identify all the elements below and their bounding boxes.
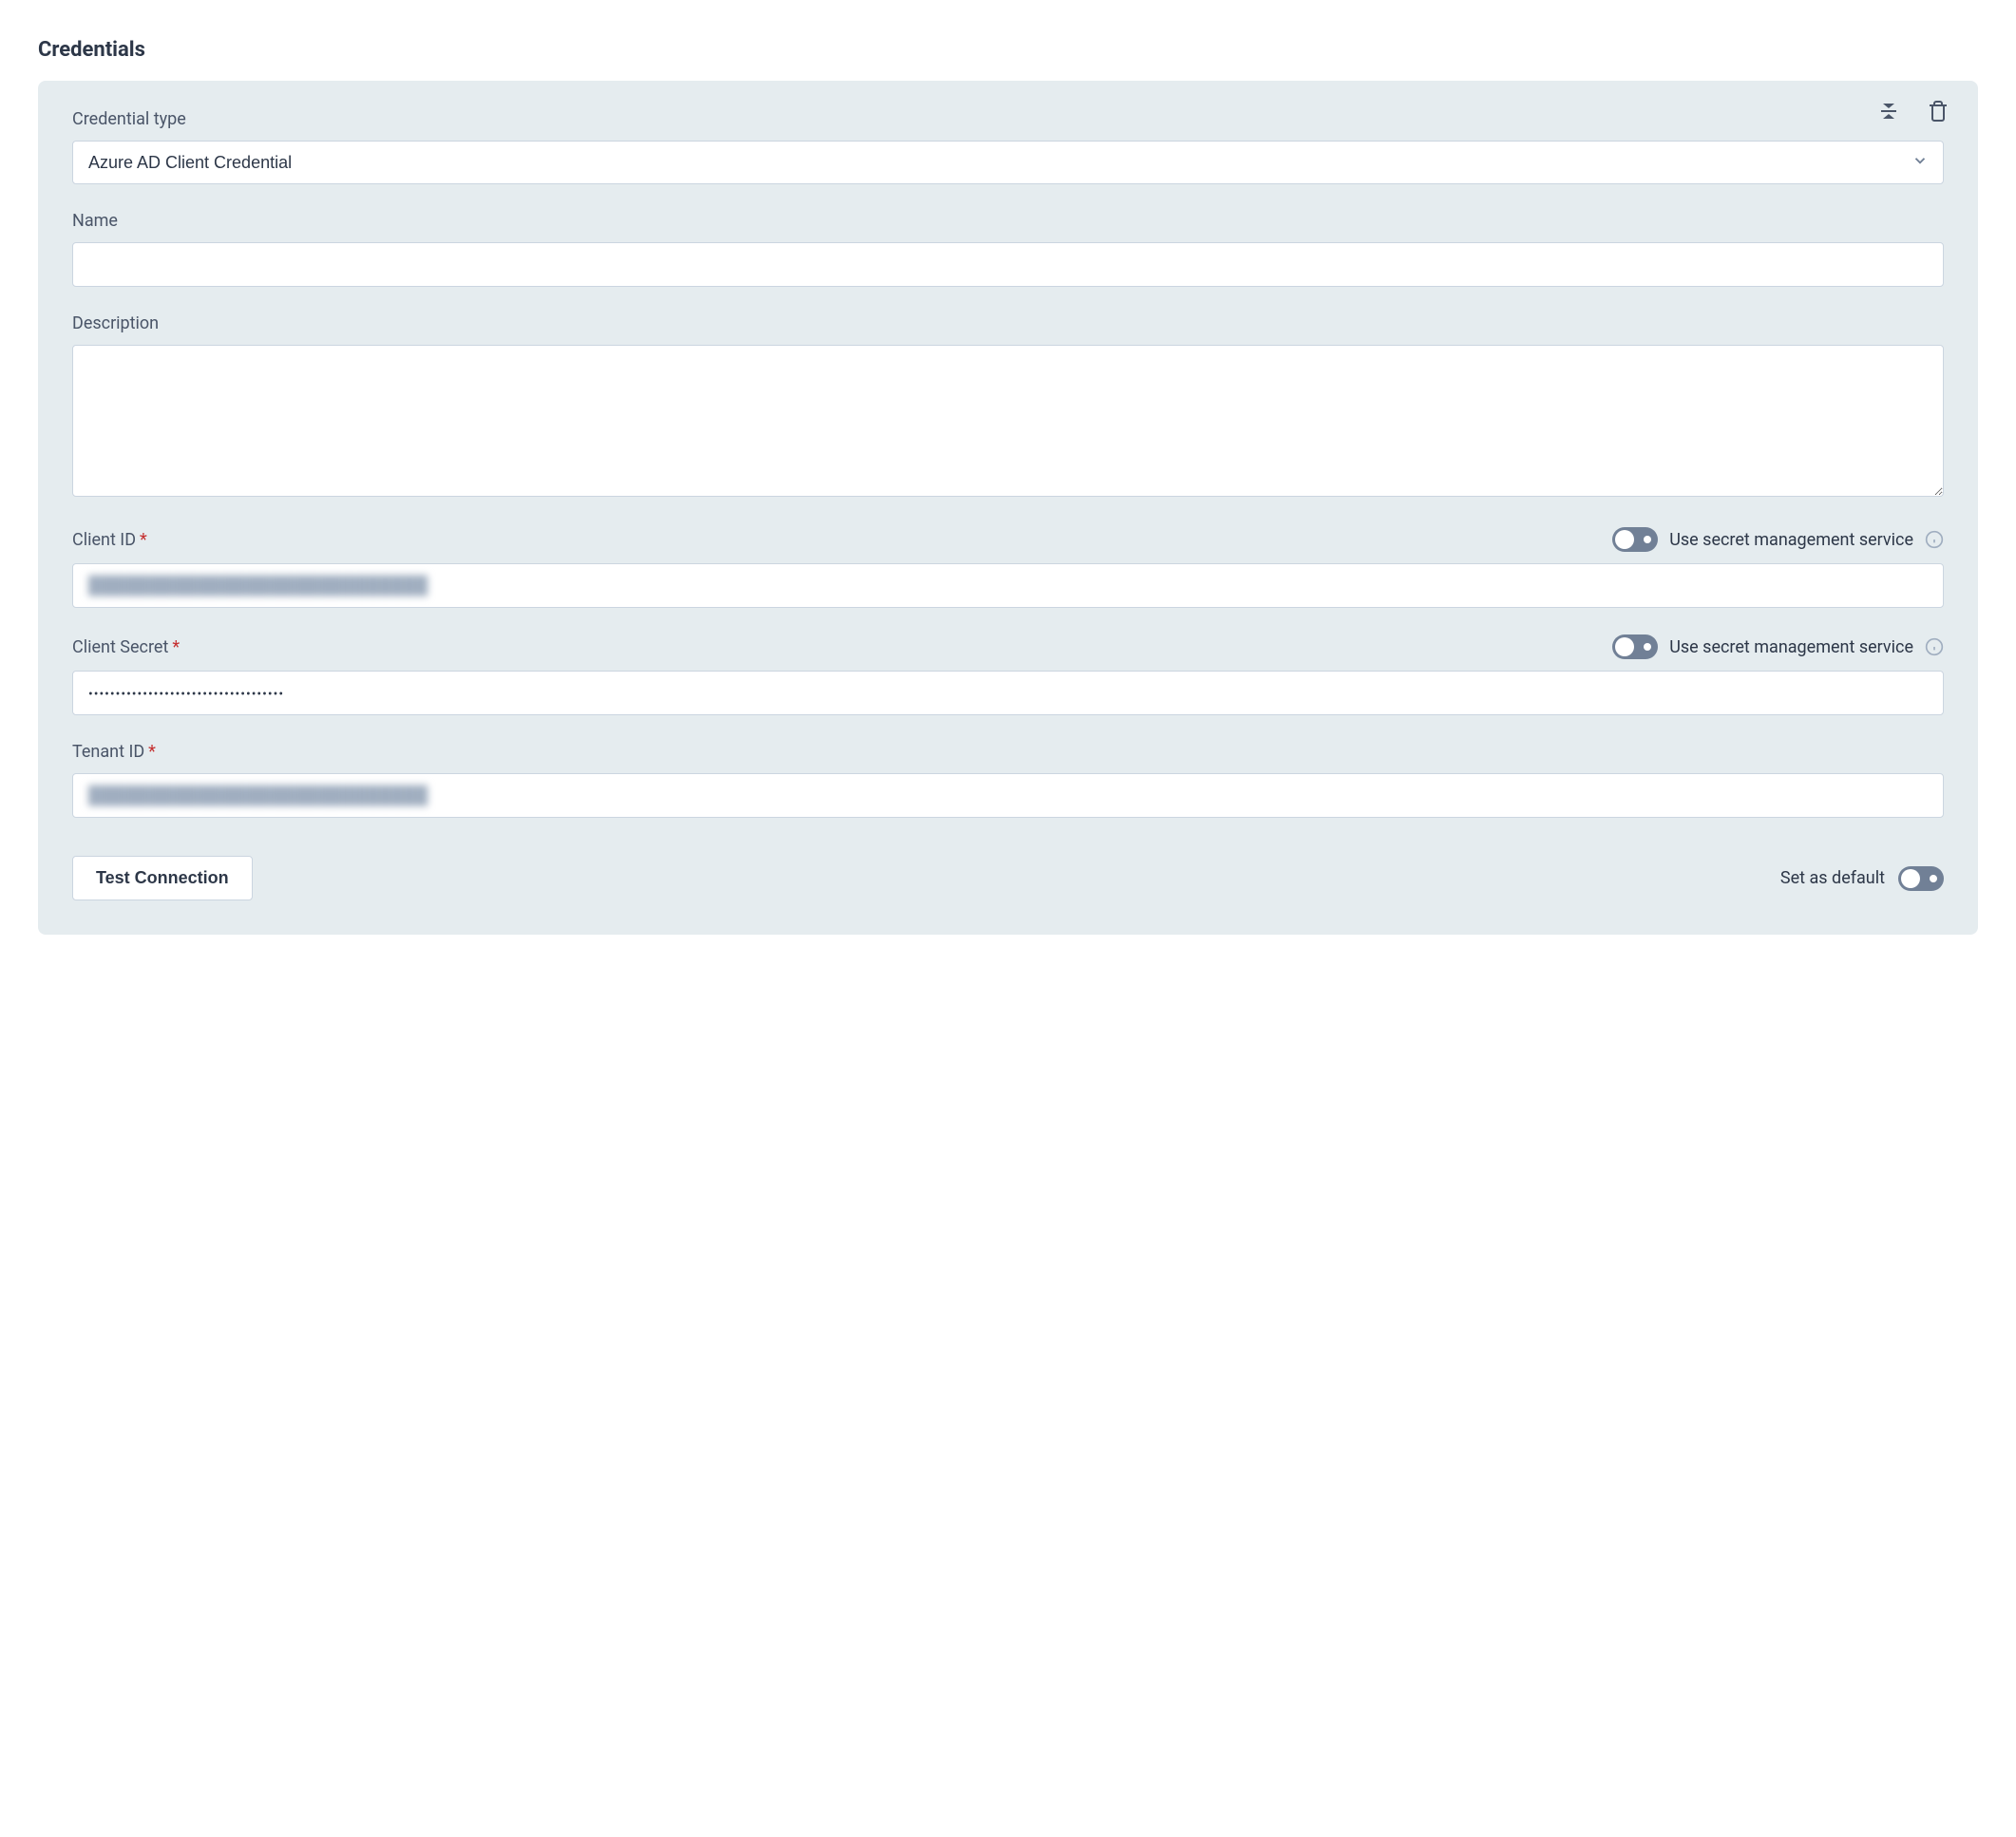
collapse-icon[interactable] (1875, 98, 1902, 124)
field-tenant-id: Tenant ID* ████████████████████████████ (72, 742, 1944, 818)
delete-icon[interactable] (1925, 98, 1951, 124)
info-icon[interactable] (1925, 530, 1944, 549)
tenant-id-input[interactable]: ████████████████████████████ (72, 773, 1944, 818)
name-label: Name (72, 211, 1944, 231)
card-toolbar (1875, 98, 1951, 124)
set-default-toggle[interactable] (1898, 866, 1944, 891)
client-secret-label: Client Secret* (72, 637, 180, 657)
test-connection-button[interactable]: Test Connection (72, 856, 253, 900)
field-credential-type: Credential type Azure AD Client Credenti… (72, 109, 1944, 184)
client-secret-toggle-group: Use secret management service (1612, 634, 1944, 659)
field-name: Name (72, 211, 1944, 287)
name-input[interactable] (72, 242, 1944, 287)
client-secret-input[interactable]: •••••••••••••••••••••••••••••••••••• (72, 671, 1944, 715)
credential-type-select[interactable]: Azure AD Client Credential (72, 141, 1944, 184)
client-secret-secret-toggle[interactable] (1612, 634, 1658, 659)
tenant-id-label: Tenant ID* (72, 742, 1944, 762)
field-client-id: Client ID* Use secret management service (72, 527, 1944, 608)
field-client-secret: Client Secret* Use secret management ser… (72, 634, 1944, 715)
set-default-group: Set as default (1780, 866, 1944, 891)
client-id-label: Client ID* (72, 530, 147, 550)
section-title: Credentials (38, 38, 1978, 62)
credentials-card: Credential type Azure AD Client Credenti… (38, 81, 1978, 935)
info-icon[interactable] (1925, 637, 1944, 656)
description-label: Description (72, 313, 1944, 333)
client-secret-toggle-label: Use secret management service (1669, 637, 1913, 657)
client-id-toggle-group: Use secret management service (1612, 527, 1944, 552)
client-id-toggle-label: Use secret management service (1669, 530, 1913, 550)
set-default-label: Set as default (1780, 868, 1885, 888)
description-input[interactable] (72, 345, 1944, 497)
credential-type-select-wrapper: Azure AD Client Credential (72, 141, 1944, 184)
card-footer: Test Connection Set as default (72, 856, 1944, 900)
client-id-input[interactable]: ████████████████████████████ (72, 563, 1944, 608)
field-description: Description (72, 313, 1944, 501)
client-id-secret-toggle[interactable] (1612, 527, 1658, 552)
credential-type-label: Credential type (72, 109, 1944, 129)
